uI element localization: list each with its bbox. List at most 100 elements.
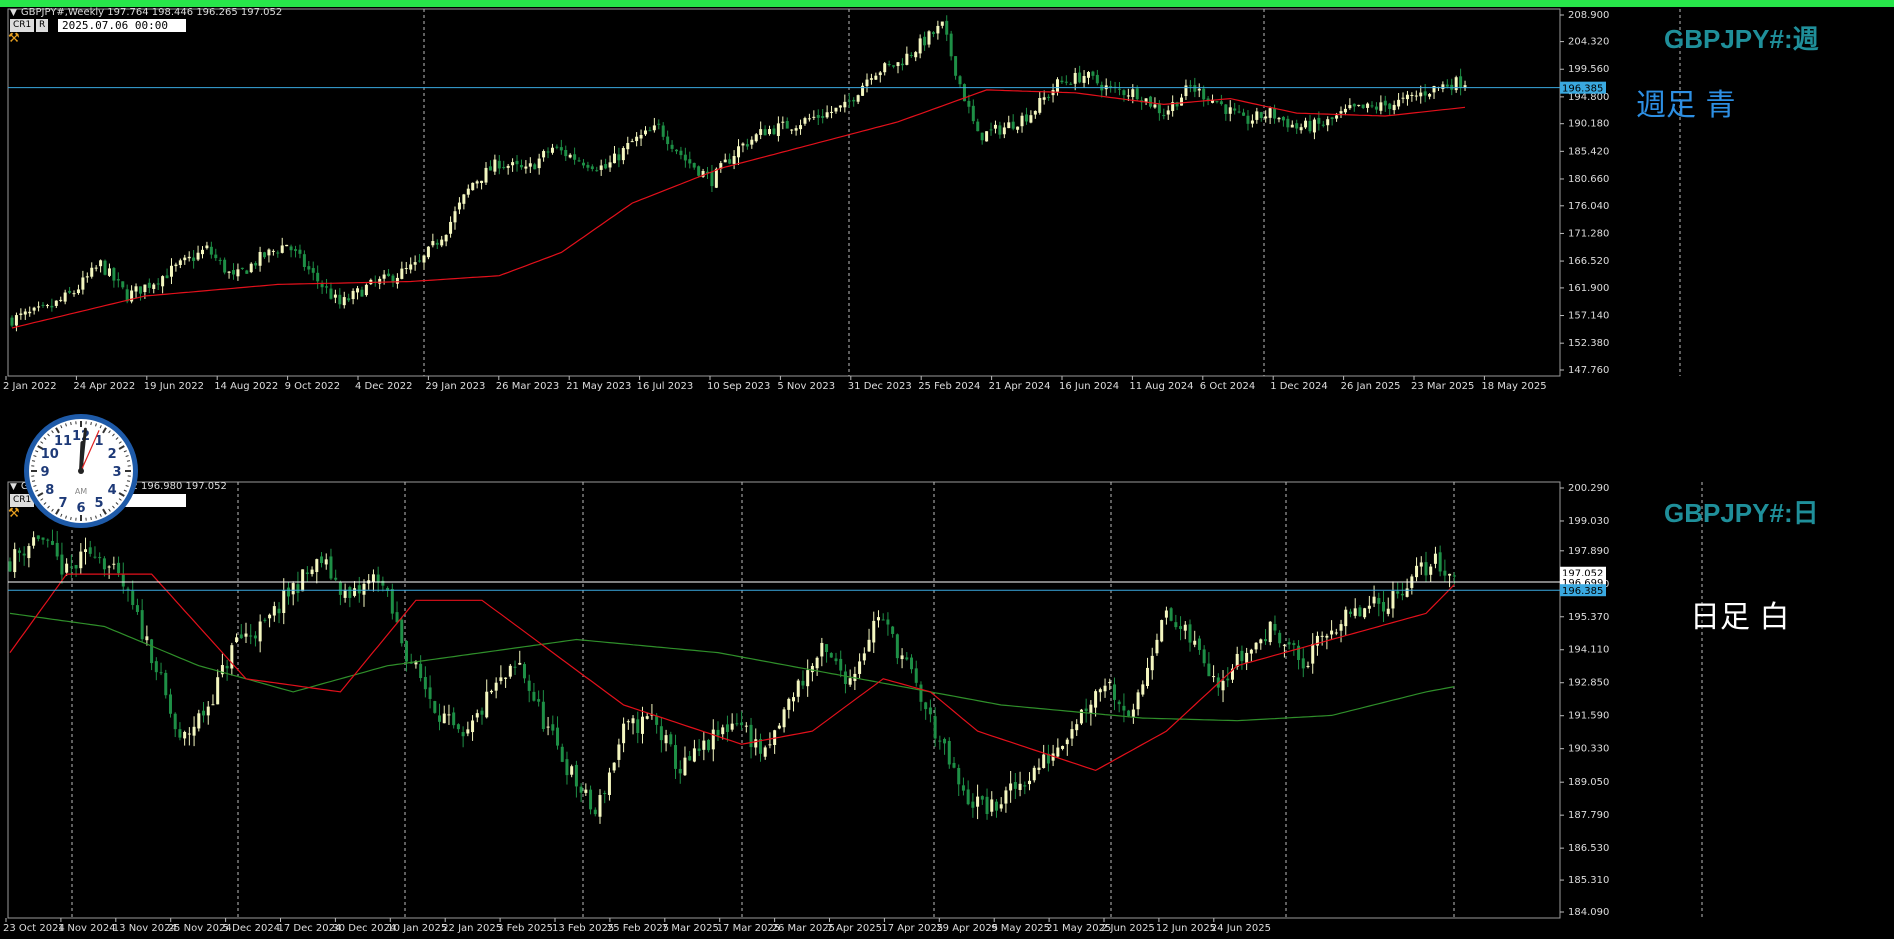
candle-body (1226, 678, 1230, 681)
candle-body (669, 734, 673, 745)
r-badge[interactable]: R (36, 19, 49, 32)
weekly-chart-panel[interactable]: 208.900 204.320 199.560 194.800 190.180 185.4… (0, 7, 1894, 391)
weekly-chart[interactable]: 208.900204.320199.560194.800190.180185.4… (0, 7, 1894, 391)
candle-body (1388, 103, 1392, 109)
analog-clock-widget[interactable]: 12 1234567891011AM (22, 412, 140, 530)
x-tick-label: 1 Nov 2024 (58, 923, 116, 934)
candle-body (93, 556, 97, 558)
hammer-icon[interactable]: ⚒ (8, 31, 20, 46)
clock-center (78, 468, 84, 474)
x-tick-label: 17 Mar 2025 (717, 923, 780, 934)
candle-body (933, 716, 937, 739)
candle-body (227, 271, 231, 273)
candle-body (617, 154, 621, 161)
candle-body (267, 249, 271, 256)
candle-body (1233, 108, 1237, 111)
candle-body (461, 732, 465, 737)
y-tick-label: 171.280 (1568, 228, 1609, 239)
candle-body (1018, 783, 1022, 790)
x-tick-label: 11 Aug 2024 (1129, 381, 1193, 391)
candle-body (1423, 91, 1427, 96)
candle-body (192, 726, 196, 736)
candle-body (807, 118, 811, 120)
candle-body (1343, 108, 1347, 113)
candle-body (740, 722, 744, 726)
candle-body (28, 311, 32, 314)
candle-body (631, 718, 635, 724)
candle-body (8, 561, 12, 572)
candle-body (107, 268, 111, 276)
candle-body (1264, 116, 1268, 119)
candle-body (768, 744, 772, 746)
candle-body (376, 574, 380, 583)
candle-body (72, 293, 76, 295)
candle-body (723, 159, 727, 163)
hammer-icon[interactable]: ⚒ (8, 506, 20, 521)
candle-body (905, 53, 909, 65)
candle-body (1273, 623, 1277, 631)
daily-chart[interactable]: 200.290199.030197.890196.630195.370194.1… (0, 396, 1894, 939)
candle-body (63, 292, 67, 302)
candle-body (856, 95, 860, 102)
triangle-menu-icon[interactable]: ▼ (10, 482, 17, 492)
candle-body (1149, 96, 1153, 107)
candle-body (1391, 591, 1395, 609)
candle-body (305, 572, 309, 574)
clock-tick (70, 421, 72, 426)
price-tag-blue-text: 196.385 (1562, 586, 1603, 597)
triangle-menu-icon[interactable]: ▼ (10, 8, 17, 18)
candle-body (282, 590, 286, 614)
candle-body (69, 566, 73, 568)
candle-body (905, 657, 909, 660)
x-tick-label: 26 Mar 2023 (496, 381, 559, 391)
candle-body (117, 562, 121, 574)
candle-body (648, 130, 652, 132)
candle-body (639, 134, 643, 139)
candle-body (622, 723, 626, 744)
candle-body (565, 759, 569, 776)
x-tick-label: 4 Dec 2022 (355, 381, 413, 391)
candle-body (1348, 105, 1352, 109)
y-tick-label: 208.900 (1568, 10, 1609, 21)
candle-body (1344, 609, 1348, 627)
candle-body (1335, 115, 1339, 119)
candle-body (449, 221, 453, 234)
candle-body (1348, 611, 1352, 614)
candle-body (112, 563, 116, 565)
candle-body (32, 307, 36, 311)
candle-body (68, 290, 72, 293)
daily-note: 日足 白 (1690, 600, 1790, 635)
candle-body (302, 254, 306, 268)
candle-body (834, 658, 838, 662)
candle-body (1126, 95, 1130, 97)
candle-body (357, 585, 361, 594)
candle-body (1032, 767, 1036, 781)
candle-body (192, 257, 196, 261)
candle-body (958, 76, 962, 85)
candle-body (612, 762, 616, 771)
candle-body (17, 550, 21, 553)
candle-body (1094, 691, 1098, 708)
candle-body (1246, 115, 1250, 124)
candle-body (1352, 103, 1356, 107)
candle-body (883, 63, 887, 73)
candle-body (506, 165, 510, 168)
clock-number: 10 (41, 447, 59, 462)
daily-chart-panel[interactable]: 200.290199.030197.890196.630195.370194.1… (0, 396, 1894, 939)
weekly-date-box[interactable]: 2025.07.06 00:00 (58, 19, 186, 32)
x-tick-label: 21 Apr 2024 (989, 381, 1051, 391)
candle-body (173, 713, 177, 730)
weekly-note: 週足 青 (1636, 88, 1736, 123)
candle-body (1397, 99, 1401, 107)
candle-body (508, 665, 512, 677)
x-tick-label: 25 Feb 2024 (918, 381, 980, 391)
candle-body (165, 275, 169, 279)
candle-body (225, 665, 229, 669)
candle-body (524, 166, 528, 169)
candles (8, 529, 1456, 824)
candle-body (891, 626, 895, 634)
candle-body (1438, 552, 1442, 572)
candle-body (843, 671, 847, 684)
candle-body (1240, 650, 1244, 662)
candle-body (60, 554, 64, 575)
